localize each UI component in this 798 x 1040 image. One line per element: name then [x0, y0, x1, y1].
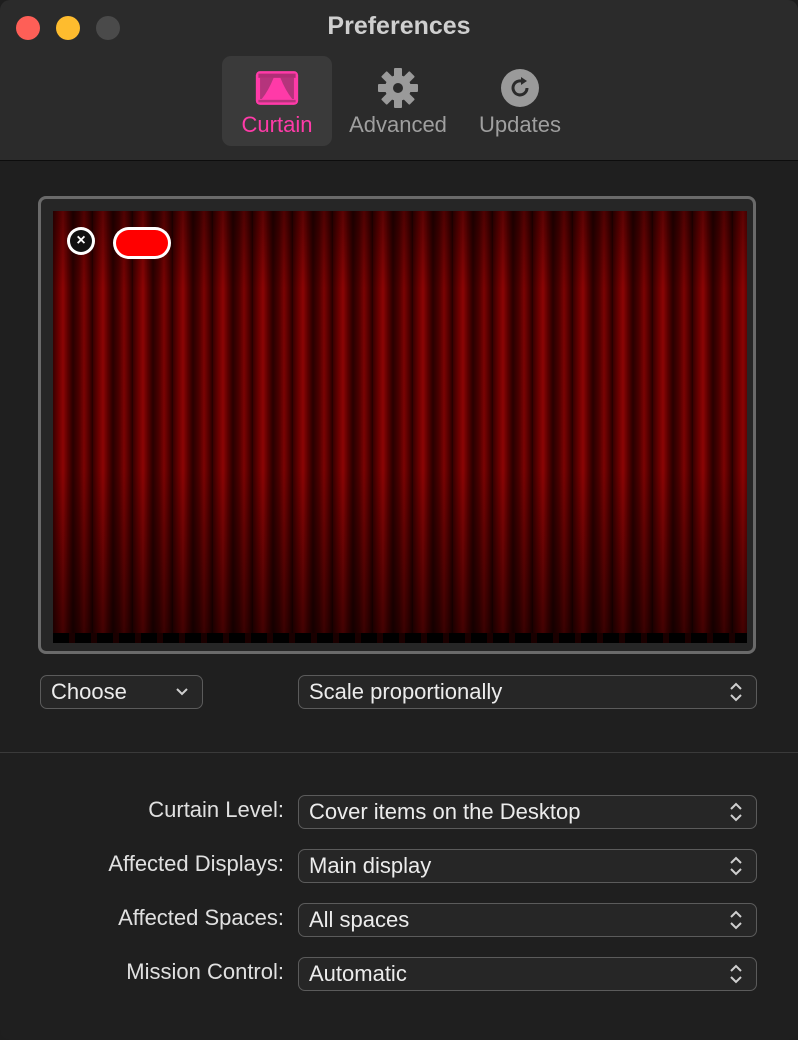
- affected-displays-label: Affected Displays:: [108, 851, 284, 876]
- mission-control-value: Automatic: [309, 961, 407, 986]
- updown-chevron-icon: [726, 904, 746, 936]
- tab-curtain[interactable]: Curtain: [222, 56, 332, 146]
- affected-displays-value: Main display: [309, 853, 432, 878]
- gear-icon: [376, 66, 420, 110]
- tab-updates-label: Updates: [479, 112, 561, 137]
- preferences-window: Preferences Curtain Advanced Updates × C…: [0, 0, 798, 1040]
- window-title: Preferences: [327, 12, 471, 40]
- curtain-image: [53, 211, 747, 643]
- color-swatch: [116, 230, 168, 256]
- choose-label: Choose: [51, 679, 127, 704]
- curtain-preview[interactable]: ×: [38, 196, 756, 654]
- curtain-icon: [255, 66, 299, 110]
- curtain-level-value: Cover items on the Desktop: [309, 799, 581, 824]
- affected-spaces-label: Affected Spaces:: [118, 905, 284, 930]
- chevron-down-icon: [172, 676, 192, 708]
- curtain-color-well[interactable]: [113, 227, 171, 259]
- toolbar: Preferences Curtain Advanced Updates: [0, 0, 798, 161]
- tab-advanced-label: Advanced: [349, 112, 447, 137]
- updown-chevron-icon: [726, 958, 746, 990]
- refresh-icon: [498, 66, 542, 110]
- choose-image-button[interactable]: Choose: [40, 675, 203, 709]
- affected-spaces-value: All spaces: [309, 907, 410, 932]
- tab-curtain-label: Curtain: [241, 112, 313, 137]
- mission-control-label: Mission Control:: [126, 959, 284, 984]
- image-scaling-select[interactable]: Scale proportionally: [298, 675, 757, 709]
- updown-chevron-icon: [726, 796, 746, 828]
- affected-displays-select[interactable]: Main display: [298, 849, 757, 883]
- close-icon: ×: [70, 230, 92, 252]
- section-divider: [0, 752, 798, 753]
- mission-control-select[interactable]: Automatic: [298, 957, 757, 991]
- tab-updates[interactable]: Updates: [466, 56, 574, 146]
- remove-image-button[interactable]: ×: [67, 227, 95, 255]
- curtain-level-select[interactable]: Cover items on the Desktop: [298, 795, 757, 829]
- affected-spaces-select[interactable]: All spaces: [298, 903, 757, 937]
- tab-advanced[interactable]: Advanced: [340, 56, 456, 146]
- curtain-level-label: Curtain Level:: [148, 797, 284, 822]
- updown-chevron-icon: [726, 850, 746, 882]
- updown-chevron-icon: [726, 676, 746, 708]
- image-scaling-value: Scale proportionally: [309, 679, 503, 704]
